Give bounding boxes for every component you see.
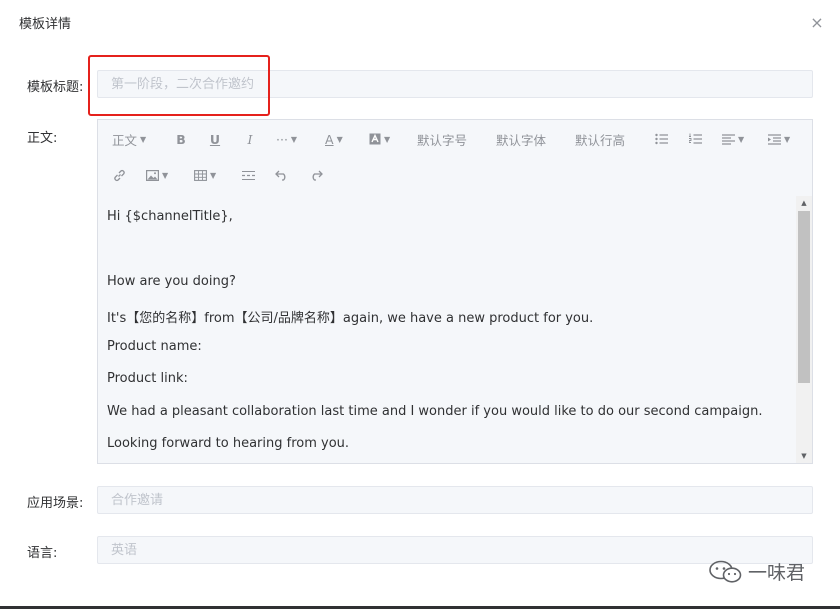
table-dropdown[interactable]: ▼ xyxy=(194,164,216,186)
scrollbar-thumb[interactable] xyxy=(798,211,810,383)
align-dropdown[interactable]: ▼ xyxy=(722,128,744,150)
link-icon[interactable] xyxy=(112,164,126,186)
chevron-down-icon: ▼ xyxy=(784,134,791,144)
underline-button[interactable]: U xyxy=(207,128,223,150)
paragraph-format-label: 正文 xyxy=(112,132,138,148)
align-left-icon xyxy=(722,133,735,145)
editor-scrollbar[interactable]: ▲ ▼ xyxy=(796,196,812,463)
content-line: We had a pleasant collaboration last tim… xyxy=(107,404,763,419)
undo-icon[interactable] xyxy=(275,164,289,186)
scroll-up-icon[interactable]: ▲ xyxy=(796,196,812,210)
watermark-text: 一味君 xyxy=(748,562,806,584)
content-line: Looking forward to hearing from you. xyxy=(107,436,350,451)
language-input[interactable] xyxy=(98,537,812,563)
divider-icon[interactable] xyxy=(241,164,255,186)
template-detail-dialog: 模板详情 × 模板标题: 正文: 正文▼ B U I ···▼ A▼ ▼ xyxy=(0,0,840,609)
template-title-input[interactable] xyxy=(98,71,812,97)
more-styles-dropdown[interactable]: ··· ▼ xyxy=(276,128,297,150)
wechat-icon xyxy=(709,560,742,583)
bold-button[interactable]: B xyxy=(173,128,189,150)
language-field[interactable] xyxy=(97,536,813,564)
image-dropdown[interactable]: ▼ xyxy=(146,164,168,186)
image-icon xyxy=(146,169,159,181)
chevron-down-icon: ▼ xyxy=(738,134,745,144)
scene-input[interactable] xyxy=(98,487,812,513)
content-line: Product link: xyxy=(107,371,188,386)
background-color-dropdown[interactable]: ▼ xyxy=(369,128,390,150)
content-line: Product name: xyxy=(107,339,202,354)
indent-dropdown[interactable]: ▼ xyxy=(768,128,790,150)
content-line: Hi {$channelTitle}, xyxy=(107,209,233,224)
redo-icon[interactable] xyxy=(309,164,323,186)
close-icon[interactable]: × xyxy=(808,14,826,32)
font-family-dropdown[interactable]: 默认字体 xyxy=(496,128,546,150)
font-size-dropdown[interactable]: 默认字号 xyxy=(417,128,467,150)
editor-content[interactable]: Hi {$channelTitle}, How are you doing? I… xyxy=(98,196,796,463)
bullet-list-icon[interactable] xyxy=(654,128,668,150)
table-icon xyxy=(194,169,207,181)
body-label: 正文: xyxy=(27,131,58,146)
chevron-down-icon: ▼ xyxy=(210,170,217,180)
content-line: How are you doing? xyxy=(107,274,236,289)
chevron-down-icon: ▼ xyxy=(140,134,147,144)
scene-label: 应用场景: xyxy=(27,496,84,511)
language-label: 语言: xyxy=(27,546,58,561)
chevron-down-icon: ▼ xyxy=(290,134,298,144)
dialog-title: 模板详情 xyxy=(19,17,72,32)
chevron-down-icon: ▼ xyxy=(162,170,169,180)
chevron-down-icon: ▼ xyxy=(384,134,391,144)
watermark: 一味君 xyxy=(708,558,805,585)
scroll-down-icon[interactable]: ▼ xyxy=(796,449,812,463)
editor-toolbar: 正文 ▼ B U I ··· ▼ A ▼ ▼ 默认字号 默认字体 默认行高 ▼ … xyxy=(98,120,812,196)
scene-field[interactable] xyxy=(97,486,813,514)
font-color-icon: A xyxy=(325,131,334,147)
rich-text-editor[interactable]: 正文 ▼ B U I ··· ▼ A ▼ ▼ 默认字号 默认字体 默认行高 ▼ … xyxy=(97,119,813,464)
highlight-icon xyxy=(369,133,381,145)
paragraph-format-dropdown[interactable]: 正文 ▼ xyxy=(112,128,146,150)
indent-icon xyxy=(768,133,781,145)
ordered-list-icon[interactable] xyxy=(688,128,702,150)
font-color-dropdown[interactable]: A ▼ xyxy=(325,128,343,150)
content-line: It's【您的名称】from【公司/品牌名称】again, we have a … xyxy=(107,311,594,326)
more-icon: ··· xyxy=(276,131,288,147)
template-title-label: 模板标题: xyxy=(27,80,84,95)
chevron-down-icon: ▼ xyxy=(336,134,343,144)
italic-button[interactable]: I xyxy=(242,128,258,150)
line-height-dropdown[interactable]: 默认行高 xyxy=(575,128,625,150)
template-title-field[interactable] xyxy=(97,70,813,98)
